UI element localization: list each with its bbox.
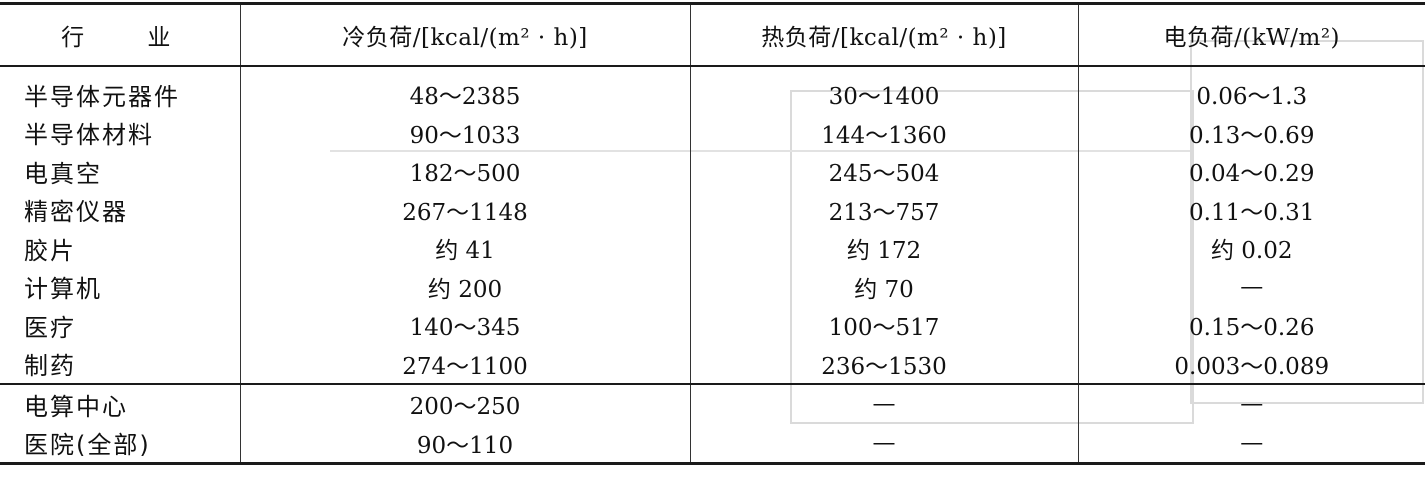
heating-cell: — xyxy=(689,383,1078,424)
industry-cell: 制药 xyxy=(24,352,76,381)
heating-cell: 144～1360 xyxy=(689,113,1078,152)
industry-cell: 电算中心 xyxy=(0,383,240,424)
cooling-cell: 200～250 xyxy=(239,383,690,424)
table-row: 精密仪器 267～1148 213～757 0.11～0.31 xyxy=(0,190,1425,229)
electric-cell: 0.04～0.29 xyxy=(1077,152,1425,191)
heating-cell: 100～517 xyxy=(689,306,1078,345)
table-row: 电真空 182～500 245～504 0.04～0.29 xyxy=(0,152,1425,191)
heating-cell: 约 70 xyxy=(689,267,1078,306)
table-header-row: 行 业 冷负荷/[kcal/(m² · h)] 热负荷/[kcal/(m² · … xyxy=(0,3,1425,66)
cooling-cell: 约 41 xyxy=(239,229,690,268)
industry-cell: 精密仪器 xyxy=(24,198,128,227)
header-electric-load: 电负荷/(kW/m²) xyxy=(1077,3,1425,66)
heating-cell: 约 172 xyxy=(689,229,1078,268)
electric-cell: — xyxy=(1077,423,1425,465)
electric-cell: — xyxy=(1077,383,1425,424)
heating-cell: — xyxy=(689,423,1078,465)
cooling-cell: 90～110 xyxy=(239,423,690,465)
cooling-cell: 267～1148 xyxy=(239,190,690,229)
heating-cell: 236～1530 xyxy=(689,344,1078,384)
electric-cell: 约 0.02 xyxy=(1077,229,1425,268)
cooling-cell: 约 200 xyxy=(239,267,690,306)
load-table-container: 行 业 冷负荷/[kcal/(m² · h)] 热负荷/[kcal/(m² · … xyxy=(0,2,1425,465)
table-row: 计算机 约 200 约 70 — xyxy=(0,267,1425,306)
electric-cell: 0.003～0.089 xyxy=(1077,344,1425,384)
table-row: 胶片 约 41 约 172 约 0.02 xyxy=(0,229,1425,268)
electric-cell: 0.15～0.26 xyxy=(1077,306,1425,345)
industry-cell: 计算机 xyxy=(24,275,102,304)
heating-cell: 213～757 xyxy=(689,190,1078,229)
industry-cell: 电真空 xyxy=(24,159,102,188)
table-row: 制药 274～1100 236～1530 0.003～0.089 xyxy=(0,344,1425,384)
electric-cell: 0.13～0.69 xyxy=(1077,113,1425,152)
table-row: 电算中心 200～250 — — xyxy=(0,383,1425,424)
header-cooling-load: 冷负荷/[kcal/(m² · h)] xyxy=(239,3,690,66)
table-row: 半导体元器件 48～2385 30～1400 0.06～1.3 xyxy=(0,66,1425,114)
cooling-cell: 90～1033 xyxy=(239,113,690,152)
electric-cell: — xyxy=(1077,267,1425,306)
header-heating-load: 热负荷/[kcal/(m² · h)] xyxy=(689,3,1078,66)
industry-cell: 胶片 xyxy=(24,236,76,265)
cooling-cell: 140～345 xyxy=(239,306,690,345)
header-industry: 行 业 xyxy=(61,25,199,51)
load-table: 行 业 冷负荷/[kcal/(m² · h)] 热负荷/[kcal/(m² · … xyxy=(0,2,1425,465)
electric-cell: 0.11～0.31 xyxy=(1077,190,1425,229)
industry-cell: 医疗 xyxy=(24,313,76,342)
industry-cell: 半导体元器件 xyxy=(24,82,180,111)
heating-cell: 30～1400 xyxy=(689,66,1078,114)
electric-cell: 0.06～1.3 xyxy=(1077,66,1425,114)
heating-cell: 245～504 xyxy=(689,152,1078,191)
cooling-cell: 48～2385 xyxy=(239,66,690,114)
table-row: 医疗 140～345 100～517 0.15～0.26 xyxy=(0,306,1425,345)
table-row: 半导体材料 90～1033 144～1360 0.13～0.69 xyxy=(0,113,1425,152)
table-row: 医院(全部) 90～110 — — xyxy=(0,423,1425,465)
cooling-cell: 274～1100 xyxy=(239,344,690,384)
industry-cell: 医院(全部) xyxy=(0,423,240,465)
industry-cell: 半导体材料 xyxy=(24,121,154,150)
cooling-cell: 182～500 xyxy=(239,152,690,191)
